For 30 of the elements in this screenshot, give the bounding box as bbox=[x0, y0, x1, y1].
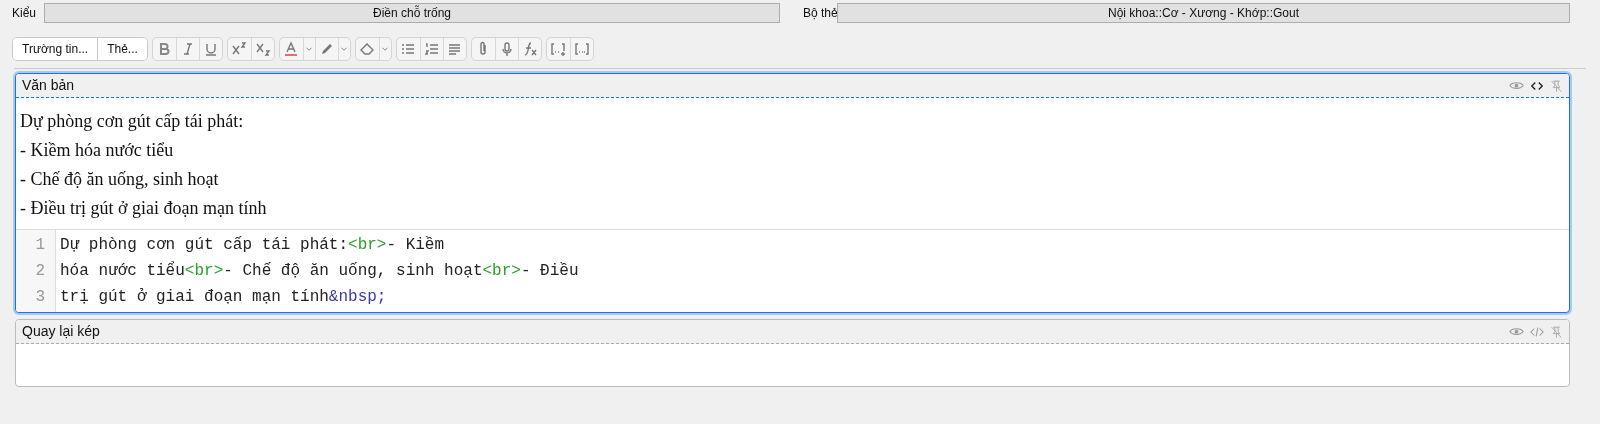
text-color-icon bbox=[283, 41, 300, 57]
eraser-icon bbox=[359, 41, 376, 57]
pin-icon[interactable] bbox=[1550, 324, 1563, 339]
align-icon bbox=[446, 41, 463, 57]
field-editor[interactable] bbox=[15, 73, 1570, 313]
code-line: hóa nước tiểu<br>- Chế độ ăn uống, sinh hoạt<br>- Điều bbox=[60, 260, 579, 282]
text-line: - Chế độ ăn uống, sinh hoạt bbox=[20, 168, 220, 191]
cloze-add-icon bbox=[550, 41, 567, 57]
field-editor[interactable]: Quay lại kép bbox=[15, 319, 1570, 387]
code-line: trị gút ở giai đoạn mạn tính&nbsp; bbox=[60, 287, 388, 308]
bullet-list-icon bbox=[400, 41, 417, 57]
text-line: - Điều trị gút ở giai đoạn mạn tính bbox=[20, 197, 268, 220]
subscript-icon bbox=[254, 41, 271, 57]
line-number: 3 bbox=[34, 287, 45, 308]
superscript-icon bbox=[231, 41, 248, 57]
numbered-list-icon bbox=[423, 41, 440, 57]
text-line: - Kiềm hóa nước tiểu bbox=[20, 139, 175, 162]
code-line: Dự phòng cơn gút cấp tái phát:<br>- Kiềm bbox=[60, 235, 446, 256]
field-label: Kiểu bbox=[12, 5, 38, 22]
text-line: Dự phòng cơn gút cấp tái phát: bbox=[20, 110, 245, 133]
note-type-button[interactable]: Điền chỗ trống bbox=[44, 3, 780, 23]
deck-button[interactable]: Nội khoa::Cơ - Xương - Khớp::Gout bbox=[837, 3, 1570, 23]
field-name: Quay lại kép bbox=[22, 322, 101, 341]
line-number: 2 bbox=[34, 261, 45, 282]
field-label: Bộ thẻ bbox=[803, 5, 837, 22]
pin-icon[interactable] bbox=[1550, 78, 1563, 93]
cloze-icon bbox=[573, 41, 590, 57]
cards-button[interactable]: Thẻ... bbox=[97, 38, 147, 60]
field-name: Văn bản bbox=[22, 76, 76, 95]
line-number: 1 bbox=[34, 235, 45, 256]
